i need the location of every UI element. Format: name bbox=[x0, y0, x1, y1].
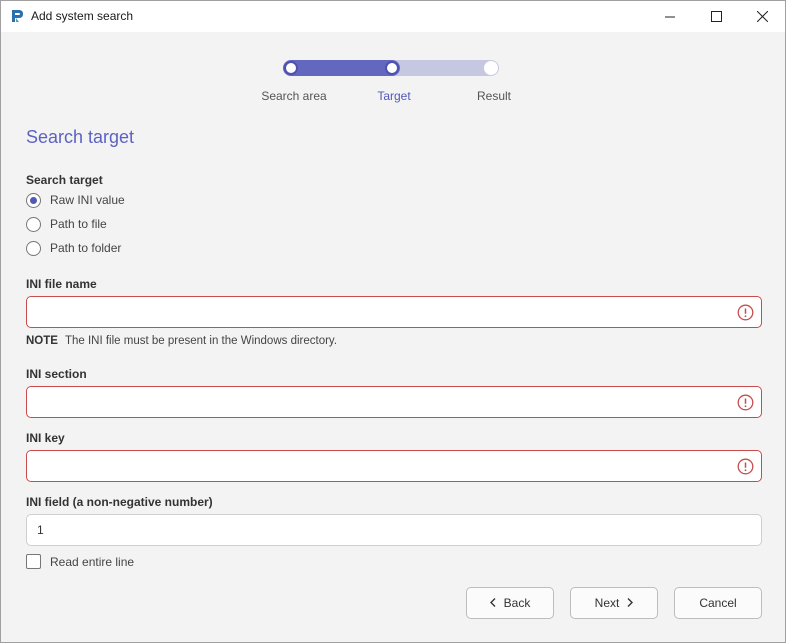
back-button-label: Back bbox=[503, 596, 531, 610]
radio-button[interactable] bbox=[26, 192, 41, 208]
ini-section-label: INI section bbox=[26, 367, 87, 381]
maximize-button[interactable] bbox=[693, 1, 739, 32]
close-button[interactable] bbox=[739, 1, 785, 32]
minimize-icon bbox=[665, 12, 675, 22]
ini-file-name-field[interactable] bbox=[26, 296, 762, 328]
title-bar[interactable]: Add system search bbox=[1, 1, 785, 32]
step-label-search-area[interactable]: Search area bbox=[244, 89, 344, 103]
ini-key-field[interactable] bbox=[26, 450, 762, 482]
error-icon bbox=[737, 458, 754, 475]
read-entire-line-label: Read entire line bbox=[50, 554, 135, 569]
next-button-label: Next bbox=[594, 596, 620, 610]
close-icon bbox=[756, 11, 768, 22]
radio-path-to-file[interactable]: Path to file bbox=[26, 215, 107, 233]
minimize-button[interactable] bbox=[647, 1, 693, 32]
note-text: NOTE The INI file must be present in the… bbox=[26, 335, 337, 347]
maximize-icon bbox=[710, 11, 722, 22]
step-label-target[interactable]: Target bbox=[344, 89, 444, 103]
radio-label: Path to file bbox=[50, 217, 107, 231]
back-button[interactable]: Back bbox=[466, 587, 554, 619]
dialog-window: Add system search Search area Target Res… bbox=[0, 0, 786, 643]
note-body: The INI file must be present in the Wind… bbox=[64, 335, 338, 347]
radio-button[interactable] bbox=[26, 216, 41, 232]
search-target-label: Search target bbox=[26, 173, 103, 187]
step-dot-result[interactable] bbox=[484, 61, 498, 75]
read-entire-line-row[interactable]: Read entire line bbox=[26, 554, 134, 569]
ini-field-label: INI field (a non-negative number) bbox=[26, 495, 213, 509]
section-title: Search target bbox=[26, 127, 135, 147]
ini-field-input[interactable] bbox=[37, 515, 727, 545]
ini-section-input[interactable] bbox=[37, 387, 727, 417]
step-dot-search-area[interactable] bbox=[284, 61, 298, 75]
stepper-progress bbox=[283, 60, 400, 76]
radio-button[interactable] bbox=[26, 240, 41, 256]
chevron-left-icon bbox=[489, 596, 496, 610]
ini-key-input[interactable] bbox=[37, 451, 727, 481]
app-logo-icon bbox=[10, 9, 24, 23]
step-dot-target[interactable] bbox=[385, 61, 399, 75]
window-title: Add system search bbox=[31, 9, 134, 23]
ini-file-name-label: INI file name bbox=[26, 277, 97, 291]
step-label-result[interactable]: Result bbox=[444, 89, 544, 103]
cancel-button[interactable]: Cancel bbox=[674, 587, 762, 619]
next-button[interactable]: Next bbox=[570, 587, 658, 619]
ini-section-field[interactable] bbox=[26, 386, 762, 418]
read-entire-line-checkbox[interactable] bbox=[26, 554, 41, 569]
ini-file-name-input[interactable] bbox=[37, 297, 727, 327]
error-icon bbox=[737, 394, 754, 411]
note-prefix: NOTE bbox=[26, 335, 58, 347]
chevron-right-icon bbox=[627, 596, 634, 610]
radio-label: Path to folder bbox=[50, 241, 122, 255]
cancel-button-label: Cancel bbox=[699, 596, 737, 610]
ini-key-label: INI key bbox=[26, 431, 65, 445]
radio-raw-ini-value[interactable]: Raw INI value bbox=[26, 191, 125, 209]
radio-path-to-folder[interactable]: Path to folder bbox=[26, 239, 121, 257]
error-icon bbox=[737, 304, 754, 321]
wizard-stepper: Search area Target Result bbox=[1, 32, 785, 112]
ini-field-field[interactable] bbox=[26, 514, 762, 546]
radio-label: Raw INI value bbox=[50, 193, 125, 207]
